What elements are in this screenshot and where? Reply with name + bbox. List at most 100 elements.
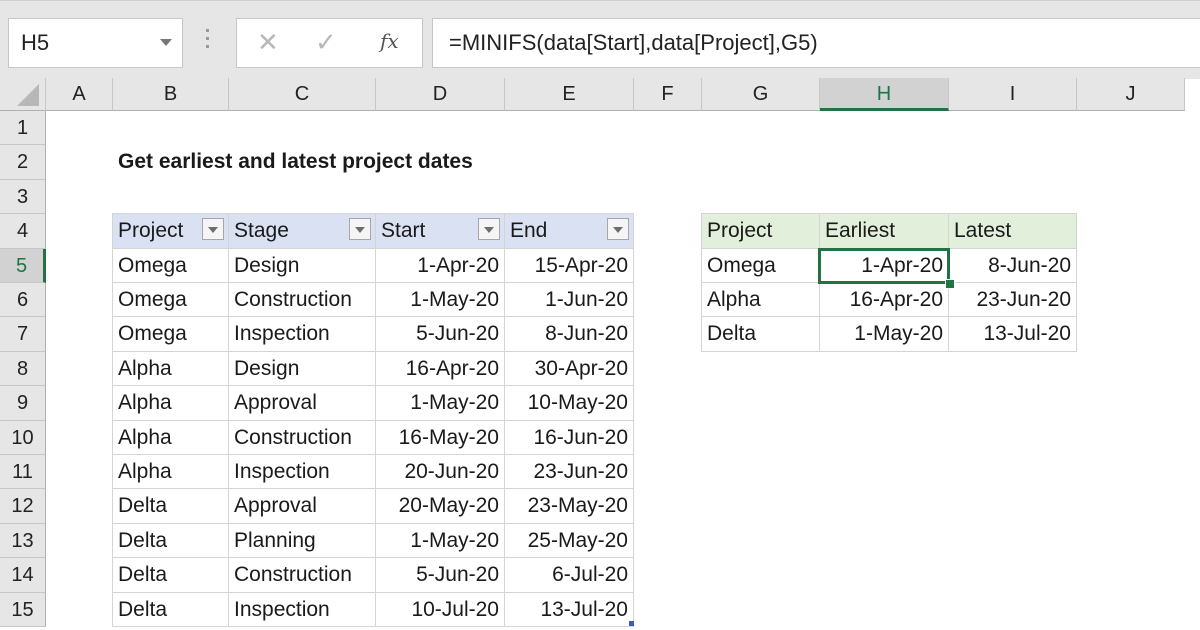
data-table-cell[interactable]: Inspection <box>229 592 376 627</box>
table-resize-handle[interactable] <box>629 621 634 626</box>
data-table-cell[interactable]: 23-May-20 <box>505 489 634 524</box>
name-box[interactable]: H5 <box>8 18 183 68</box>
column-header-i[interactable]: I <box>949 78 1077 111</box>
data-table-header-cell[interactable]: Stage <box>229 214 376 249</box>
insert-function-icon[interactable]: fx <box>380 29 399 53</box>
column-header-d[interactable]: D <box>376 78 505 111</box>
data-table-cell[interactable]: Omega <box>113 248 229 283</box>
data-table-cell[interactable]: 1-Apr-20 <box>376 248 505 283</box>
data-table-cell[interactable]: 16-Jun-20 <box>505 420 634 455</box>
data-table-cell[interactable]: Inspection <box>229 455 376 490</box>
data-table-cell[interactable]: Delta <box>113 523 229 559</box>
data-table-cell[interactable]: 5-Jun-20 <box>376 558 505 593</box>
row-header-11[interactable]: 11 <box>0 455 46 490</box>
enter-icon[interactable]: ✓ <box>315 27 337 58</box>
data-table-cell[interactable]: 15-Apr-20 <box>505 248 634 283</box>
fill-handle[interactable] <box>945 279 955 289</box>
data-table-cell[interactable]: Alpha <box>113 386 229 421</box>
data-table-cell[interactable]: 1-Jun-20 <box>505 283 634 318</box>
data-table-cell[interactable]: 16-May-20 <box>376 420 505 455</box>
summary-header-cell[interactable]: Latest <box>949 214 1077 249</box>
select-all-button[interactable] <box>0 78 46 111</box>
summary-cell[interactable]: Alpha <box>702 283 820 318</box>
data-table-cell[interactable]: Omega <box>113 317 229 352</box>
column-header-h[interactable]: H <box>820 78 949 111</box>
data-table-cell[interactable]: 1-May-20 <box>376 523 505 559</box>
filter-dropdown-icon[interactable] <box>349 218 371 241</box>
column-header-b[interactable]: B <box>113 78 229 111</box>
data-table-cell[interactable]: Construction <box>229 420 376 455</box>
filter-dropdown-icon[interactable] <box>478 218 500 241</box>
summary-cell[interactable]: 23-Jun-20 <box>949 283 1077 318</box>
summary-cell[interactable]: 1-Apr-20 <box>820 248 949 283</box>
data-table-cell[interactable]: Approval <box>229 489 376 524</box>
row-header-10[interactable]: 10 <box>0 420 46 455</box>
filter-dropdown-icon[interactable] <box>202 218 224 241</box>
data-table-cell[interactable]: 20-May-20 <box>376 489 505 524</box>
row-header-1[interactable]: 1 <box>0 111 46 146</box>
data-table-cell[interactable]: Delta <box>113 558 229 593</box>
column-header-g[interactable]: G <box>702 78 820 111</box>
data-table-cell[interactable]: Design <box>229 248 376 283</box>
summary-header-cell[interactable]: Project <box>702 214 820 249</box>
data-table-cell[interactable]: 23-Jun-20 <box>505 455 634 490</box>
data-table-cell[interactable]: 16-Apr-20 <box>376 351 505 387</box>
row-header-12[interactable]: 12 <box>0 489 46 524</box>
data-table-cell[interactable]: 10-Jul-20 <box>376 592 505 627</box>
sheet-title[interactable]: Get earliest and latest project dates <box>113 145 634 179</box>
data-table-header-cell[interactable]: End <box>505 214 634 249</box>
data-table-cell[interactable]: 1-May-20 <box>376 283 505 318</box>
data-table-cell[interactable]: 6-Jul-20 <box>505 558 634 593</box>
data-table-cell[interactable]: Alpha <box>113 455 229 490</box>
row-header-9[interactable]: 9 <box>0 386 46 421</box>
data-table-cell[interactable]: 30-Apr-20 <box>505 351 634 387</box>
data-table-cell[interactable]: Design <box>229 351 376 387</box>
column-header-j[interactable]: J <box>1077 78 1185 111</box>
summary-cell[interactable]: 8-Jun-20 <box>949 248 1077 283</box>
summary-cell[interactable]: 13-Jul-20 <box>949 317 1077 352</box>
row-header-3[interactable]: 3 <box>0 179 46 215</box>
data-table-cell[interactable]: Alpha <box>113 420 229 455</box>
summary-header-cell[interactable]: Earliest <box>820 214 949 249</box>
chevron-down-icon[interactable] <box>160 39 172 46</box>
summary-cell[interactable]: Delta <box>702 317 820 352</box>
data-table-cell[interactable]: Construction <box>229 283 376 318</box>
column-header-c[interactable]: C <box>229 78 376 111</box>
summary-cell[interactable]: Omega <box>702 248 820 283</box>
data-table-cell[interactable]: 1-May-20 <box>376 386 505 421</box>
column-header-e[interactable]: E <box>505 78 634 111</box>
row-header-2[interactable]: 2 <box>0 145 46 180</box>
row-header-13[interactable]: 13 <box>0 523 46 559</box>
formula-input[interactable]: =MINIFS(data[Start],data[Project],G5) <box>432 18 1200 68</box>
filter-dropdown-icon[interactable] <box>607 218 629 241</box>
data-table-header-cell[interactable]: Project <box>113 214 229 249</box>
summary-cell[interactable]: 16-Apr-20 <box>820 283 949 318</box>
data-table-cell[interactable]: Alpha <box>113 351 229 387</box>
data-table-cell[interactable]: Planning <box>229 523 376 559</box>
data-table-cell[interactable]: Delta <box>113 489 229 524</box>
row-header-4[interactable]: 4 <box>0 214 46 249</box>
data-table-cell[interactable]: Omega <box>113 283 229 318</box>
data-table-cell[interactable]: Inspection <box>229 317 376 352</box>
row-header-8[interactable]: 8 <box>0 351 46 387</box>
row-header-15[interactable]: 15 <box>0 592 46 627</box>
row-header-5[interactable]: 5 <box>0 248 46 283</box>
data-table-cell[interactable]: 8-Jun-20 <box>505 317 634 352</box>
column-header-a[interactable]: A <box>46 78 113 111</box>
row-header-6[interactable]: 6 <box>0 283 46 318</box>
data-table-cell[interactable]: Delta <box>113 592 229 627</box>
data-table-cell[interactable]: 10-May-20 <box>505 386 634 421</box>
data-table-cell[interactable]: 25-May-20 <box>505 523 634 559</box>
data-table-cell[interactable]: Construction <box>229 558 376 593</box>
drag-handle-icon[interactable] <box>206 29 209 53</box>
column-header-f[interactable]: F <box>634 78 702 111</box>
row-header-7[interactable]: 7 <box>0 317 46 352</box>
data-table-cell[interactable]: 20-Jun-20 <box>376 455 505 490</box>
cancel-icon[interactable]: ✕ <box>257 27 279 58</box>
row-header-14[interactable]: 14 <box>0 558 46 593</box>
summary-cell[interactable]: 1-May-20 <box>820 317 949 352</box>
data-table-header-cell[interactable]: Start <box>376 214 505 249</box>
data-table-cell[interactable]: 13-Jul-20 <box>505 592 634 627</box>
data-table-cell[interactable]: Approval <box>229 386 376 421</box>
data-table-cell[interactable]: 5-Jun-20 <box>376 317 505 352</box>
